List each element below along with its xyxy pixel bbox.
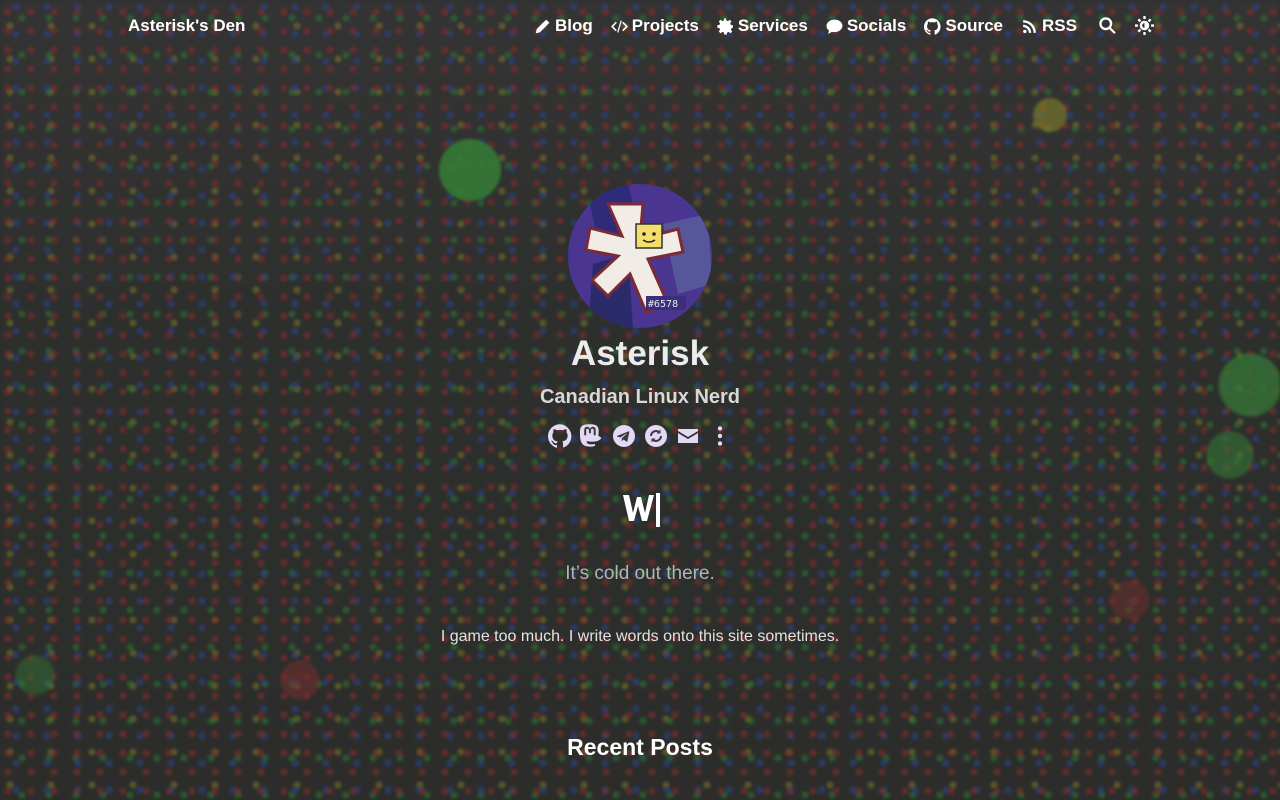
nav-item-label: Projects: [631, 16, 699, 35]
recent-posts-heading: Recent Posts: [567, 734, 713, 760]
social-more-button[interactable]: [708, 424, 732, 448]
keyoxide-icon: [645, 425, 667, 447]
nav-item-source[interactable]: Source: [924, 16, 1003, 36]
site-brand-link[interactable]: Asterisk's Den: [128, 16, 245, 36]
social-mastodon-link[interactable]: [580, 424, 604, 448]
nav-item-projects[interactable]: Projects: [610, 16, 699, 36]
theme-toggle-icon: [1135, 16, 1154, 35]
search-icon: [1099, 17, 1116, 34]
mastodon-icon: [580, 424, 602, 447]
social-telegram-link[interactable]: [612, 424, 636, 448]
social-email-link[interactable]: [676, 424, 700, 448]
nav-item-rss[interactable]: RSS: [1021, 16, 1077, 36]
nav-item-label: RSS: [1042, 16, 1077, 35]
profile-name: Asterisk: [570, 334, 710, 373]
github-icon: [924, 17, 941, 35]
chat-icon: [826, 19, 843, 34]
telegram-icon: [613, 425, 635, 447]
avatar-badge: #6578: [648, 299, 678, 310]
nav-tools: [1098, 16, 1154, 35]
social-keyoxide-link[interactable]: [644, 424, 668, 448]
site-logo-icon: [623, 493, 660, 527]
avatar-art: #6578: [568, 184, 712, 328]
email-icon: [678, 429, 698, 443]
nav-item-services[interactable]: Services: [717, 16, 808, 36]
pencil-icon: [535, 19, 550, 33]
profile-quote: It’s cold out there.: [565, 563, 715, 584]
more-icon: [717, 426, 723, 446]
social-github-link[interactable]: [548, 424, 572, 448]
nav-item-socials[interactable]: Socials: [826, 16, 907, 36]
profile-bio: I game too much. I write words onto this…: [440, 628, 840, 645]
theme-toggle-button[interactable]: [1135, 16, 1154, 35]
code-icon: [610, 19, 628, 33]
nav-item-label: Services: [737, 16, 808, 35]
social-links: [548, 424, 732, 448]
search-button[interactable]: [1098, 16, 1117, 35]
github-icon: [548, 424, 572, 448]
rss-icon: [1023, 19, 1036, 33]
gear-icon: [717, 17, 733, 35]
profile-tagline: Canadian Linux Nerd: [539, 386, 741, 408]
main-menu: Blog Projects Services Socials Source RS…: [534, 16, 1077, 36]
nav-item-label: Source: [945, 16, 1004, 35]
nav-item-blog[interactable]: Blog: [534, 16, 593, 36]
main-content: #6578 Asterisk Canadian Linux Nerd It’s …: [0, 0, 1280, 800]
nav-item-label: Socials: [846, 16, 907, 35]
nav-item-label: Blog: [555, 16, 593, 35]
top-navigation: Asterisk's Den Blog Projects Services So…: [0, 0, 1280, 52]
avatar: #6578: [568, 184, 712, 328]
